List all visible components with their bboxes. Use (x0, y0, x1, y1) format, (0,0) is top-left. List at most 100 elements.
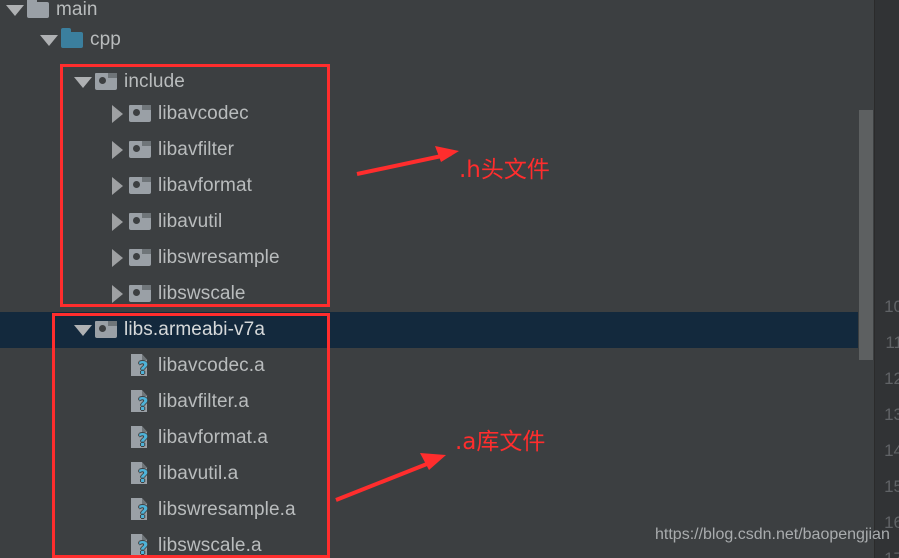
tree-indent-spacer (0, 240, 106, 276)
vertical-scrollbar-thumb[interactable] (859, 110, 873, 360)
tree-row-label: libavutil (158, 211, 223, 232)
tree-row-label: libavcodec.a (158, 355, 265, 376)
tree-row-label: libavformat (158, 175, 253, 196)
tree-row-label: libswscale (158, 283, 246, 304)
line-number: 17 (884, 549, 899, 558)
tree-indent-spacer (0, 64, 72, 100)
editor-line-number-gutter: 1011121314151617 (875, 0, 899, 558)
question-mark-badge-icon: ? (138, 466, 149, 487)
chevron-right-icon[interactable] (106, 204, 128, 240)
chevron-down-icon[interactable] (72, 64, 94, 100)
source-folder-icon (94, 312, 120, 348)
tree-indent-spacer (0, 168, 106, 204)
folder-tab (142, 105, 151, 110)
chevron-right-icon[interactable] (106, 132, 128, 168)
tree-indent-spacer (0, 204, 106, 240)
tree-row-label: cpp (90, 29, 121, 50)
tree-row[interactable]: include (0, 64, 866, 100)
tree-row[interactable]: cpp (0, 22, 866, 58)
question-mark-badge-icon: ? (138, 502, 149, 523)
tree-row-label: libswscale.a (158, 535, 262, 556)
tree-row-label: libs.armeabi-v7a (124, 319, 265, 340)
tree-row[interactable]: libs.armeabi-v7a (0, 312, 866, 348)
unknown-file-icon: ? (128, 384, 154, 420)
no-expander (106, 492, 128, 528)
line-number: 13 (884, 405, 899, 424)
unknown-file-icon: ? (128, 528, 154, 558)
tree-row[interactable]: libavutil (0, 204, 866, 240)
tree-indent-spacer (0, 384, 106, 420)
source-folder-icon (128, 132, 154, 168)
unknown-file-icon: ? (128, 492, 154, 528)
folder-tab (142, 249, 151, 254)
tree-indent-spacer (0, 348, 106, 384)
chevron-right-icon[interactable] (106, 240, 128, 276)
folder-tab (142, 285, 151, 290)
source-folder-icon (128, 240, 154, 276)
tree-indent-spacer (0, 22, 38, 58)
folder-tab (142, 213, 151, 218)
no-expander (106, 528, 128, 558)
tree-indent-spacer (0, 456, 106, 492)
no-expander (106, 384, 128, 420)
tree-indent-spacer (0, 312, 72, 348)
question-mark-badge-icon: ? (138, 430, 149, 451)
tree-row[interactable]: ? libavformat.a (0, 420, 866, 456)
tree-row[interactable]: libavfilter (0, 132, 866, 168)
source-folder-icon (94, 64, 120, 100)
folder-tab (142, 177, 151, 182)
no-expander (106, 348, 128, 384)
source-folder-icon (128, 168, 154, 204)
question-mark-badge-icon: ? (138, 358, 149, 379)
tree-indent-spacer (0, 96, 106, 132)
line-number: 14 (884, 441, 899, 460)
unknown-file-icon: ? (128, 420, 154, 456)
chevron-right-icon[interactable] (106, 168, 128, 204)
line-number: 15 (884, 477, 899, 496)
annotation-caption: .a库文件 (455, 429, 546, 455)
tree-row-label: libavutil.a (158, 463, 239, 484)
question-mark-badge-icon: ? (138, 538, 149, 558)
source-folder-icon (128, 96, 154, 132)
line-number: 12 (884, 369, 899, 388)
no-expander (106, 456, 128, 492)
folder-tab (142, 141, 151, 146)
tree-row-label: libavformat.a (158, 427, 269, 448)
line-number: 11 (885, 333, 899, 352)
tree-row[interactable]: libavcodec (0, 96, 866, 132)
tree-row-label: include (124, 71, 185, 92)
tree-indent-spacer (0, 528, 106, 558)
tree-row[interactable]: libswresample (0, 240, 866, 276)
tree-row-label: main (56, 0, 98, 20)
unknown-file-icon: ? (128, 348, 154, 384)
annotation-caption: .h头文件 (459, 157, 550, 183)
tree-row-label: libswresample (158, 247, 280, 268)
tree-row[interactable]: ? libswresample.a (0, 492, 866, 528)
tree-row[interactable]: ? libavcodec.a (0, 348, 866, 384)
tree-row[interactable]: libavformat (0, 168, 866, 204)
tree-row-label: libswresample.a (158, 499, 296, 520)
blog-url-watermark: https://blog.csdn.net/baopengjian (655, 526, 890, 543)
tree-row-label: libavfilter.a (158, 391, 250, 412)
tree-row[interactable]: ? libavfilter.a (0, 384, 866, 420)
folder-teal-icon (60, 22, 86, 58)
tree-indent-spacer (0, 420, 106, 456)
source-folder-icon (128, 204, 154, 240)
tree-row-label: libavcodec (158, 103, 249, 124)
tree-indent-spacer (0, 492, 106, 528)
tree-row[interactable]: ? libavutil.a (0, 456, 866, 492)
tree-row[interactable]: libswscale (0, 276, 866, 312)
tree-indent-spacer (0, 132, 106, 168)
question-mark-badge-icon: ? (138, 394, 149, 415)
line-number: 10 (884, 297, 899, 316)
folder-tab (108, 321, 117, 326)
source-folder-icon (128, 276, 154, 312)
tree-row-label: libavfilter (158, 139, 235, 160)
chevron-down-icon[interactable] (38, 22, 60, 58)
chevron-right-icon[interactable] (106, 96, 128, 132)
tree-indent-spacer (0, 276, 106, 312)
project-tree-panel[interactable]: main cpp include libavcodec libavfilter libav… (0, 0, 866, 558)
chevron-right-icon[interactable] (106, 276, 128, 312)
no-expander (106, 420, 128, 456)
chevron-down-icon[interactable] (72, 312, 94, 348)
